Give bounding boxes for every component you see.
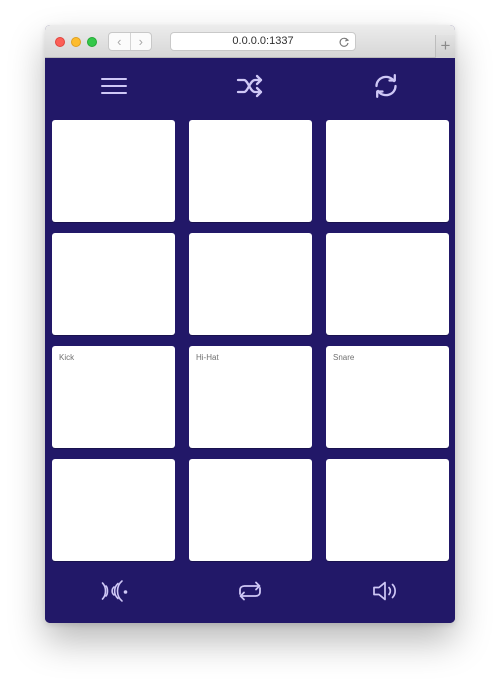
bottom-toolbar [45, 563, 455, 623]
drum-pad[interactable] [189, 120, 312, 222]
broadcast-icon [101, 580, 128, 602]
drum-pad[interactable] [52, 233, 175, 335]
sync-button[interactable] [370, 70, 402, 102]
volume-icon [373, 581, 396, 601]
forward-button[interactable]: › [129, 33, 152, 50]
repeat-button[interactable] [234, 575, 266, 607]
drum-pad[interactable] [326, 233, 449, 335]
browser-window: ‹ › 0.0.0.0:1337 + Kick Hi-Hat Snare [45, 25, 455, 623]
snare-pad[interactable]: Snare [326, 346, 449, 448]
sync-icon [375, 74, 397, 98]
pad-label: Hi-Hat [196, 353, 219, 362]
close-window-button[interactable] [55, 37, 65, 47]
new-tab-button[interactable]: + [435, 35, 455, 58]
forward-icon: › [138, 34, 143, 49]
new-tab-icon: + [440, 36, 451, 55]
browser-titlebar: ‹ › 0.0.0.0:1337 + [45, 25, 455, 58]
shuffle-button[interactable] [234, 70, 266, 102]
maximize-window-button[interactable] [87, 37, 97, 47]
pad-label: Snare [333, 353, 355, 362]
broadcast-button[interactable] [98, 575, 130, 607]
drum-pad[interactable] [189, 459, 312, 561]
repeat-icon [239, 581, 261, 601]
drum-pad[interactable] [326, 120, 449, 222]
drum-pad-grid: Kick Hi-Hat Snare [52, 120, 449, 561]
pad-label: Kick [59, 353, 75, 362]
shuffle-icon [236, 74, 263, 98]
drum-pad[interactable] [189, 233, 312, 335]
hamburger-menu-icon [101, 78, 127, 94]
address-text: 0.0.0.0:1337 [232, 35, 294, 47]
navigation-buttons: ‹ › [108, 32, 152, 51]
volume-button[interactable] [370, 575, 402, 607]
back-button[interactable]: ‹ [109, 33, 130, 50]
drum-pad[interactable] [326, 459, 449, 561]
drum-machine-app: Kick Hi-Hat Snare [45, 58, 455, 623]
drum-pad[interactable] [52, 120, 175, 222]
reload-icon[interactable] [338, 36, 350, 48]
minimize-window-button[interactable] [71, 37, 81, 47]
drum-pad[interactable] [52, 459, 175, 561]
menu-button[interactable] [98, 70, 130, 102]
back-icon: ‹ [117, 34, 122, 49]
address-bar[interactable]: 0.0.0.0:1337 [170, 32, 356, 51]
kick-pad[interactable]: Kick [52, 346, 175, 448]
hi-hat-pad[interactable]: Hi-Hat [189, 346, 312, 448]
top-toolbar [45, 58, 455, 112]
